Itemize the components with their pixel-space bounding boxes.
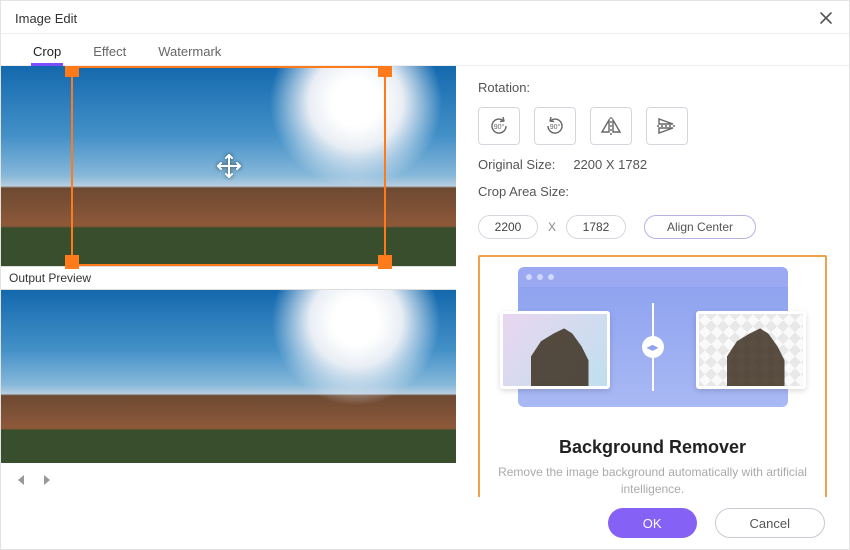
dialog-footer: OK Cancel bbox=[1, 497, 849, 549]
crop-height-input[interactable] bbox=[566, 215, 626, 239]
next-frame-icon[interactable] bbox=[41, 473, 55, 487]
rotate-cw-button[interactable]: 90° bbox=[534, 107, 576, 145]
crop-frame[interactable] bbox=[1, 66, 456, 266]
crop-preview[interactable] bbox=[1, 66, 456, 266]
close-icon[interactable] bbox=[817, 9, 835, 27]
prev-frame-icon[interactable] bbox=[13, 473, 27, 487]
crop-width-input[interactable] bbox=[478, 215, 538, 239]
crop-handle-tr[interactable] bbox=[378, 66, 392, 77]
tab-watermark[interactable]: Watermark bbox=[156, 40, 223, 65]
svg-text:90°: 90° bbox=[550, 123, 561, 131]
original-size-value: 2200 X 1782 bbox=[573, 157, 647, 172]
promo-subtitle: Remove the image background automaticall… bbox=[494, 464, 811, 497]
tab-bar: Crop Effect Watermark bbox=[1, 34, 849, 66]
titlebar: Image Edit bbox=[1, 1, 849, 34]
output-preview bbox=[1, 290, 456, 463]
preview-panel: Output Preview bbox=[1, 66, 456, 497]
flip-vertical-button[interactable] bbox=[646, 107, 688, 145]
tab-effect[interactable]: Effect bbox=[91, 40, 128, 65]
flip-horizontal-button[interactable] bbox=[590, 107, 632, 145]
original-size-label: Original Size: bbox=[478, 157, 555, 172]
crop-handle-br[interactable] bbox=[378, 255, 392, 269]
ok-button[interactable]: OK bbox=[608, 508, 697, 538]
dimension-separator: X bbox=[548, 220, 556, 234]
rotate-ccw-button[interactable]: 90° bbox=[478, 107, 520, 145]
window-title: Image Edit bbox=[15, 11, 77, 26]
compare-slider-icon: ◂▸ bbox=[642, 336, 664, 358]
rotation-label: Rotation: bbox=[478, 80, 827, 95]
background-remover-promo[interactable]: ◂▸ Background Remover Remove the image b… bbox=[478, 255, 827, 497]
crop-handle-bl[interactable] bbox=[65, 255, 79, 269]
crop-area-label: Crop Area Size: bbox=[478, 184, 827, 199]
promo-title: Background Remover bbox=[559, 437, 746, 458]
align-center-button[interactable]: Align Center bbox=[644, 215, 756, 239]
tab-crop[interactable]: Crop bbox=[31, 40, 63, 65]
output-image bbox=[1, 290, 456, 463]
output-preview-label: Output Preview bbox=[1, 266, 456, 290]
preview-nav bbox=[1, 463, 456, 497]
crop-handle-tl[interactable] bbox=[65, 66, 79, 77]
move-icon[interactable] bbox=[215, 152, 243, 180]
settings-panel: Rotation: 90° 90° Original Size: 2200 X … bbox=[456, 66, 849, 497]
cancel-button[interactable]: Cancel bbox=[715, 508, 825, 538]
promo-illustration: ◂▸ bbox=[518, 267, 788, 407]
svg-text:90°: 90° bbox=[494, 123, 505, 131]
